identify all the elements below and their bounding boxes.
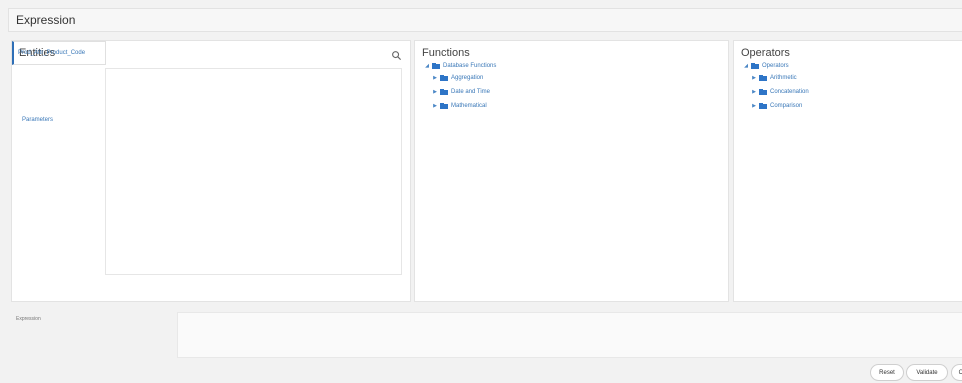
entity-detail-pane [105, 68, 402, 275]
validate-button[interactable]: Validate [906, 364, 948, 381]
expanded-arrow-icon[interactable]: ◢ [742, 63, 750, 69]
tree-node-label: Arithmetic [770, 75, 797, 81]
entity-item-label: Prod_Attr_Product_Code [18, 50, 86, 56]
tree-node-operators[interactable]: ◢ Operators [742, 62, 789, 69]
tree-node-label: Comparison [770, 103, 803, 109]
collapsed-arrow-icon[interactable]: ▶ [431, 75, 439, 81]
tree-node-label: Date and Time [451, 89, 491, 95]
tree-node-arithmetic[interactable]: ▶ Arithmetic [750, 74, 797, 81]
tree-node-comparison[interactable]: ▶ Comparison [750, 102, 803, 109]
tree-node-aggregation[interactable]: ▶ Aggregation [431, 74, 484, 81]
tree-node-label: Operators [762, 63, 789, 69]
folder-icon [759, 102, 767, 109]
folder-icon [432, 62, 440, 69]
collapsed-arrow-icon[interactable]: ▶ [750, 75, 758, 81]
tree-node-concatenation[interactable]: ▶ Concatenation [750, 88, 809, 95]
folder-icon [751, 62, 759, 69]
collapsed-arrow-icon[interactable]: ▶ [431, 103, 439, 109]
entity-item-parameters[interactable]: Parameters [22, 117, 53, 123]
expression-input[interactable] [177, 312, 962, 358]
collapsed-arrow-icon[interactable]: ▶ [750, 89, 758, 95]
functions-title: Functions [422, 47, 470, 59]
collapsed-arrow-icon[interactable]: ▶ [431, 89, 439, 95]
folder-icon [440, 74, 448, 81]
expression-header: Expression [8, 8, 962, 32]
operators-panel: Operators ◢ Operators ▶ Arithmetic ▶ Con… [733, 40, 962, 302]
tree-node-label: Database Functions [443, 63, 497, 69]
entity-item-prod-attr-product-code[interactable]: Prod_Attr_Product_Code [12, 41, 106, 65]
folder-icon [440, 102, 448, 109]
expression-label: Expression [16, 316, 41, 322]
tree-node-label: Aggregation [451, 75, 484, 81]
folder-icon [759, 88, 767, 95]
tree-node-label: Concatenation [770, 89, 809, 95]
tree-node-date-and-time[interactable]: ▶ Date and Time [431, 88, 491, 95]
folder-icon [440, 88, 448, 95]
folder-icon [759, 74, 767, 81]
entities-panel: Entities Prod_Attr_Product_Code Paramete… [11, 40, 411, 302]
ok-button[interactable]: OK [951, 364, 962, 381]
functions-panel: Functions ◢ Database Functions ▶ Aggrega… [414, 40, 729, 302]
operators-title: Operators [741, 47, 790, 59]
reset-button[interactable]: Reset [870, 364, 904, 381]
collapsed-arrow-icon[interactable]: ▶ [750, 103, 758, 109]
expanded-arrow-icon[interactable]: ◢ [423, 63, 431, 69]
search-icon[interactable] [391, 50, 402, 61]
tree-node-label: Mathematical [451, 103, 487, 109]
page-title: Expression [16, 13, 76, 27]
tree-node-database-functions[interactable]: ◢ Database Functions [423, 62, 497, 69]
tree-node-mathematical[interactable]: ▶ Mathematical [431, 102, 487, 109]
